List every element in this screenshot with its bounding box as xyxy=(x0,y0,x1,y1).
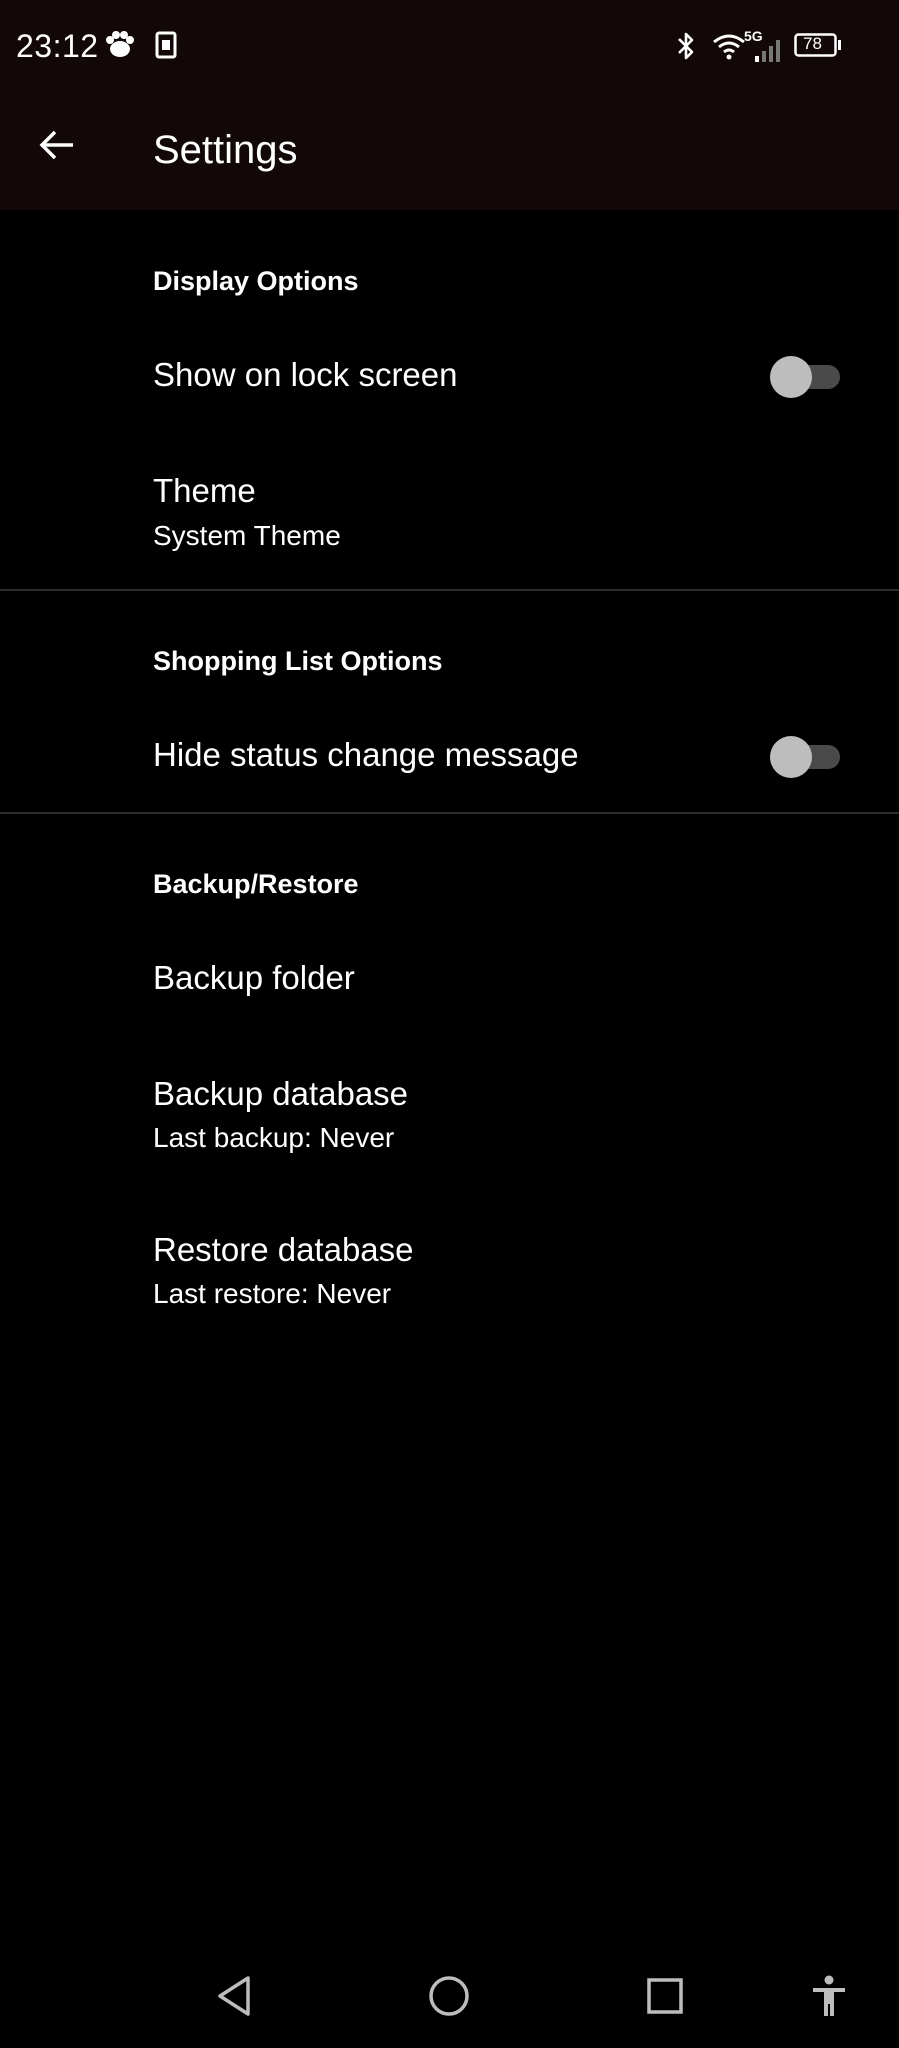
accessibility-icon xyxy=(813,1975,845,2016)
show-on-lock-screen-switch[interactable] xyxy=(770,354,842,398)
pref-title: Hide status change message xyxy=(153,736,579,773)
nav-accessibility-button[interactable] xyxy=(801,1968,857,2024)
pref-backup-database[interactable]: Backup database Last backup: Never xyxy=(0,1040,899,1190)
pref-show-on-lock-screen[interactable]: Show on lock screen xyxy=(0,320,899,435)
top-bar: 23:12 5G 78 Settings xyxy=(0,0,899,210)
app-bar: Settings xyxy=(0,92,899,210)
nav-home-button[interactable] xyxy=(421,1968,477,2024)
arrow-left-icon xyxy=(39,130,73,160)
status-time: 23:12 xyxy=(16,28,99,64)
pref-hide-status-change-message[interactable]: Hide status change message xyxy=(0,700,899,815)
pref-restore-database[interactable]: Restore database Last restore: Never xyxy=(0,1196,899,1346)
hide-status-change-switch[interactable] xyxy=(770,734,842,778)
back-button[interactable] xyxy=(24,112,90,178)
switch-thumb xyxy=(770,356,812,398)
pref-title: Backup folder xyxy=(153,959,355,996)
battery-icon: 78 xyxy=(794,33,842,57)
nav-back-button[interactable] xyxy=(206,1968,262,2024)
back-triangle-icon xyxy=(218,1976,250,2016)
pref-theme[interactable]: Theme System Theme xyxy=(0,445,899,590)
section-divider xyxy=(0,589,899,591)
nav-recents-button[interactable] xyxy=(637,1968,693,2024)
pref-title: Show on lock screen xyxy=(153,356,458,393)
pref-title: Backup database xyxy=(153,1075,409,1112)
paw-notification-icon xyxy=(104,30,136,65)
section-divider xyxy=(0,812,899,814)
status-bar: 23:12 5G 78 xyxy=(0,0,899,92)
bluetooth-icon xyxy=(675,30,697,67)
section-header-backup: Backup/Restore xyxy=(153,869,359,899)
battery-level: 78 xyxy=(803,34,822,53)
cell-signal-icon xyxy=(754,38,784,67)
home-circle-icon xyxy=(429,1976,469,2016)
pref-title: Restore database xyxy=(153,1231,414,1268)
system-nav-bar xyxy=(0,1940,899,2048)
section-header-display: Display Options xyxy=(153,266,359,296)
section-header-shopping: Shopping List Options xyxy=(153,646,443,676)
sim-card-icon xyxy=(155,31,177,64)
switch-thumb xyxy=(770,736,812,778)
recents-square-icon xyxy=(647,1978,683,2014)
pref-backup-folder[interactable]: Backup folder xyxy=(0,922,899,1037)
page-title: Settings xyxy=(153,128,298,172)
pref-summary: Last backup: Never xyxy=(153,1122,395,1153)
pref-summary: Last restore: Never xyxy=(153,1278,392,1309)
pref-title: Theme xyxy=(153,472,256,509)
pref-summary: System Theme xyxy=(153,520,341,551)
wifi-icon xyxy=(712,32,746,65)
